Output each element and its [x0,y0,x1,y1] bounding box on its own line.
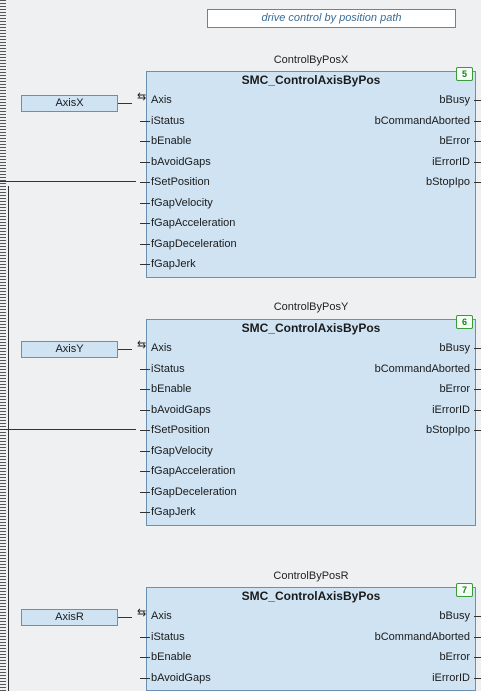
output-pin-berror[interactable]: bError [439,134,481,148]
input-pin-line [140,120,150,122]
output-pin-line [474,100,481,101]
input-pin-line [140,141,150,142]
input-pin-axis[interactable]: Axis ⇆ [137,607,172,623]
output-pin-bstopipo[interactable]: bStopIpo [426,423,481,437]
set-position-wire [0,181,136,182]
fb-type-name: SMC_ControlAxisByPos [241,589,381,603]
output-pin-line [474,430,481,431]
axis-variable[interactable]: AxisR [21,609,118,626]
fb-instance-name[interactable]: ControlByPosX [146,54,476,66]
input-pin-fgapjerk[interactable]: fGapJerk [140,505,196,519]
left-rail [0,0,6,691]
output-pin-line [474,409,481,411]
input-pin-line [140,512,150,513]
input-pin-fsetposition[interactable]: fSetPosition [140,175,210,189]
execution-order-badge: 5 [456,67,473,81]
input-pin-line [140,677,150,679]
input-pin-line [140,264,150,265]
input-pin-line [140,243,150,245]
output-pin-line [474,657,481,658]
axis-connection-wire [118,617,132,618]
input-pin-line [140,430,150,431]
input-pin-bavoidgaps[interactable]: bAvoidGaps [140,671,211,685]
output-pin-line [474,677,481,679]
input-pin-line [140,368,150,370]
output-pin-bbusy[interactable]: bBusy [439,93,481,107]
set-position-wire [0,429,136,430]
input-pin-fgapvelocity[interactable]: fGapVelocity [140,196,213,210]
fb-type-name: SMC_ControlAxisByPos [241,73,381,87]
input-pin-benable[interactable]: bEnable [140,382,191,396]
output-pin-berror[interactable]: bError [439,382,481,396]
output-pin-line [474,120,481,122]
input-pin-benable[interactable]: bEnable [140,650,191,664]
input-pin-benable[interactable]: bEnable [140,134,191,148]
input-pin-fgapjerk[interactable]: fGapJerk [140,257,196,271]
axis-variable[interactable]: AxisY [21,341,118,358]
output-pin-line [474,389,481,390]
inout-arrow-icon: ⇆ [137,339,147,351]
input-pin-axis[interactable]: Axis ⇆ [137,339,172,355]
input-pin-line [140,182,150,183]
input-pin-bavoidgaps[interactable]: bAvoidGaps [140,155,211,169]
input-pin-line [140,223,150,224]
comment-box[interactable]: drive control by position path [207,9,456,28]
inout-arrow-icon: ⇆ [137,91,147,103]
input-pin-line [140,450,150,452]
execution-order-badge: 6 [456,315,473,329]
input-pin-fgapacceleration[interactable]: fGapAcceleration [140,464,235,478]
output-pin-ierrorid[interactable]: iErrorID [432,403,481,417]
fb-type-name: SMC_ControlAxisByPos [241,321,381,335]
output-pin-berror[interactable]: bError [439,650,481,664]
input-pin-line [140,636,150,638]
input-pin-line [140,657,150,658]
axis-connection-wire [118,349,132,350]
input-pin-fsetposition[interactable]: fSetPosition [140,423,210,437]
input-pin-fgapacceleration[interactable]: fGapAcceleration [140,216,235,230]
input-pin-line [140,161,150,163]
input-pin-axis[interactable]: Axis ⇆ [137,91,172,107]
output-pin-line [474,161,481,163]
function-block[interactable]: SMC_ControlAxisByPos 5 Axis ⇆ iStatus bEnable… [137,67,481,278]
output-pin-line [474,636,481,638]
inout-arrow-icon: ⇆ [137,607,147,619]
output-pin-line [474,182,481,183]
output-pin-bcommandaborted[interactable]: bCommandAborted [375,362,481,376]
output-pin-bcommandaborted[interactable]: bCommandAborted [375,630,481,644]
input-pin-fgapvelocity[interactable]: fGapVelocity [140,444,213,458]
function-block[interactable]: SMC_ControlAxisByPos 7 Axis ⇆ iStatus bEnable… [137,583,481,691]
input-pin-fgapdeceleration[interactable]: fGapDeceleration [140,237,237,251]
vertical-wire [8,186,9,691]
input-pin-line [140,409,150,411]
output-pin-bbusy[interactable]: bBusy [439,341,481,355]
input-pin-line [140,471,150,472]
output-pin-line [474,616,481,617]
axis-variable[interactable]: AxisX [21,95,118,112]
axis-connection-wire [118,103,132,104]
output-pin-ierrorid[interactable]: iErrorID [432,155,481,169]
input-pin-istatus[interactable]: iStatus [140,630,185,644]
input-pin-line [140,389,150,390]
output-pin-bstopipo[interactable]: bStopIpo [426,175,481,189]
output-pin-line [474,141,481,142]
function-block[interactable]: SMC_ControlAxisByPos 6 Axis ⇆ iStatus bEnable… [137,315,481,526]
output-pin-line [474,348,481,349]
input-pin-line [140,202,150,204]
fb-instance-name[interactable]: ControlByPosR [146,570,476,582]
input-pin-bavoidgaps[interactable]: bAvoidGaps [140,403,211,417]
input-pin-istatus[interactable]: iStatus [140,114,185,128]
input-pin-istatus[interactable]: iStatus [140,362,185,376]
fb-instance-name[interactable]: ControlByPosY [146,301,476,313]
output-pin-bcommandaborted[interactable]: bCommandAborted [375,114,481,128]
execution-order-badge: 7 [456,583,473,597]
output-pin-ierrorid[interactable]: iErrorID [432,671,481,685]
input-pin-fgapdeceleration[interactable]: fGapDeceleration [140,485,237,499]
input-pin-line [140,491,150,493]
output-pin-line [474,368,481,370]
output-pin-bbusy[interactable]: bBusy [439,609,481,623]
